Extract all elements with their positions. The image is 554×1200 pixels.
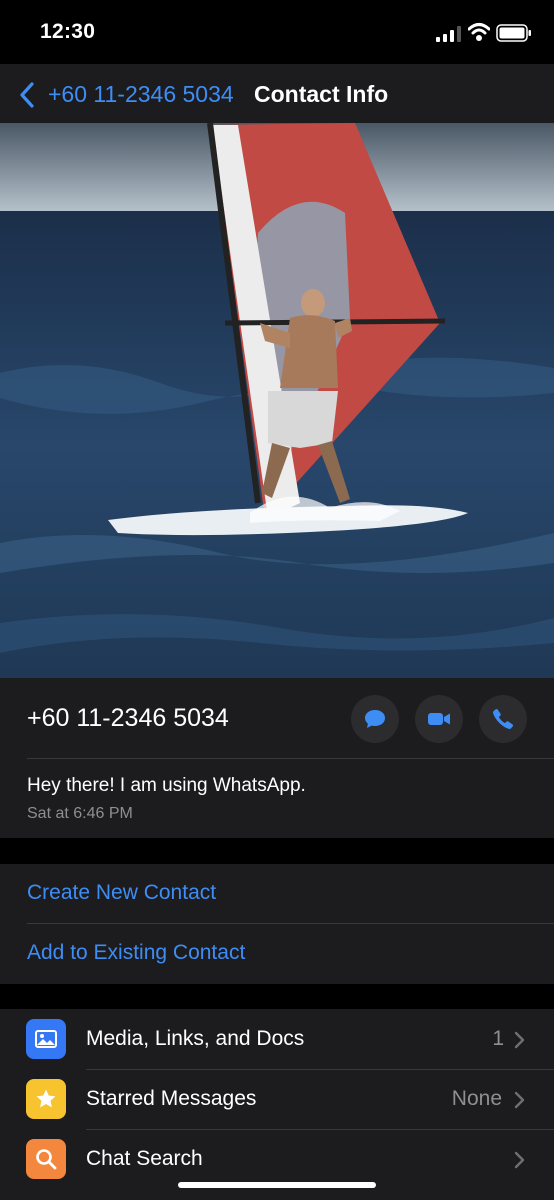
chat-bubble-icon <box>365 710 385 728</box>
divider <box>27 923 554 924</box>
chevron-right-icon <box>514 1031 525 1049</box>
create-new-contact-button[interactable]: Create New Contact <box>27 881 216 905</box>
media-count: 1 <box>492 1027 504 1050</box>
about-date: Sat at 6:46 PM <box>27 805 133 822</box>
chevron-right-icon <box>514 1091 525 1109</box>
wifi-icon <box>468 23 490 41</box>
star-icon <box>36 1089 56 1108</box>
divider <box>86 1129 554 1130</box>
media-links-docs-row[interactable]: Media, Links, and Docs <box>86 1027 304 1051</box>
starred-messages-row[interactable]: Starred Messages <box>86 1087 256 1111</box>
starred-row-icon-tile <box>26 1079 66 1119</box>
photo-icon <box>35 1030 57 1048</box>
starred-count: None <box>451 1087 502 1110</box>
status-time: 12:30 <box>40 20 96 43</box>
chat-search-row[interactable]: Chat Search <box>86 1147 203 1171</box>
about-text: Hey there! I am using WhatsApp. <box>27 775 306 796</box>
chevron-right-icon <box>514 1151 525 1169</box>
voice-call-button[interactable] <box>479 695 527 743</box>
divider <box>27 758 554 759</box>
profile-photo[interactable] <box>0 123 554 678</box>
cellular-signal-icon <box>436 26 461 42</box>
contact-phone-number: +60 11-2346 5034 <box>27 704 229 732</box>
message-button[interactable] <box>351 695 399 743</box>
video-camera-icon <box>428 713 450 725</box>
video-call-button[interactable] <box>415 695 463 743</box>
page-title: Contact Info <box>254 81 389 107</box>
back-button[interactable]: +60 11-2346 5034 <box>48 81 234 108</box>
home-indicator[interactable] <box>178 1182 376 1188</box>
media-row-icon-tile <box>26 1019 66 1059</box>
battery-icon <box>496 24 531 42</box>
phone-icon <box>493 708 514 729</box>
add-to-existing-contact-button[interactable]: Add to Existing Contact <box>27 941 245 965</box>
search-row-icon-tile <box>26 1139 66 1179</box>
divider <box>86 1069 554 1070</box>
search-icon <box>36 1149 57 1170</box>
back-chevron-icon[interactable] <box>14 80 42 110</box>
